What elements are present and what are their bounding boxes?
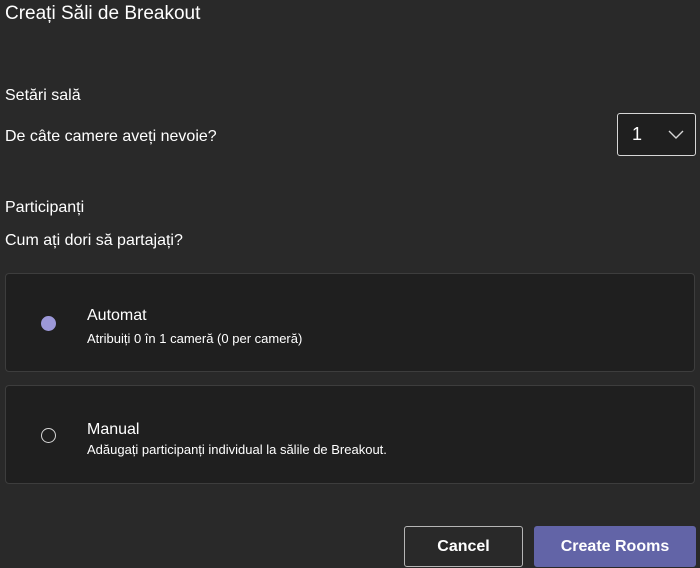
- option-automatic-title: Automat: [87, 307, 147, 324]
- create-rooms-button[interactable]: Create Rooms: [534, 526, 696, 567]
- room-count-dropdown[interactable]: 1: [617, 113, 696, 156]
- participants-label: Participanți: [5, 199, 85, 216]
- option-automatic[interactable]: Automat Atribuiți 0 în 1 cameră (0 per c…: [5, 273, 695, 372]
- dialog-title: Creați Săli de Breakout: [5, 3, 201, 24]
- chevron-down-icon: [668, 130, 684, 139]
- option-manual[interactable]: Manual Adăugați participanți individual …: [5, 385, 695, 484]
- room-count-value: 1: [632, 124, 643, 144]
- cancel-button[interactable]: Cancel: [404, 526, 523, 567]
- option-automatic-description: Atribuiți 0 în 1 cameră (0 per cameră): [87, 331, 303, 346]
- share-question: Cum ați dori să partajați?: [5, 232, 183, 249]
- room-settings-label: Setări sală: [5, 87, 81, 104]
- option-manual-title: Manual: [87, 421, 140, 438]
- room-count-question: De câte camere aveți nevoie?: [5, 128, 217, 145]
- radio-manual[interactable]: [41, 428, 56, 443]
- radio-automatic[interactable]: [41, 316, 56, 331]
- option-manual-description: Adăugați participanți individual la săli…: [87, 442, 387, 457]
